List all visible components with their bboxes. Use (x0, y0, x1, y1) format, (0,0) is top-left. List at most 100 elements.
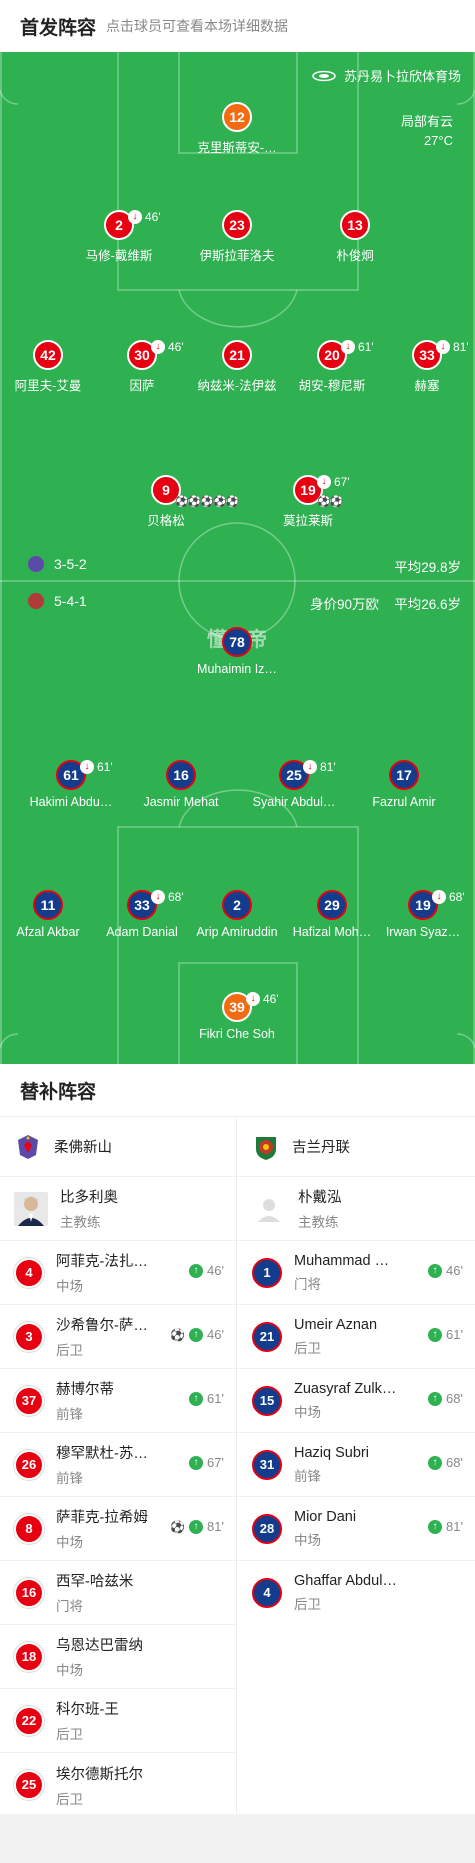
lineup-hint: 点击球员可查看本场详细数据 (106, 18, 289, 34)
sub-player-number: 1 (252, 1257, 282, 1288)
pitch-player[interactable]: 2 Arip Amiruddin (182, 890, 292, 939)
pitch-player[interactable]: 30 ↓ 46' 因萨 (87, 340, 197, 394)
sub-in-icon: ↑ (428, 1519, 443, 1534)
home-formation-info: 3-5-2 (28, 556, 87, 572)
player-number-badge: 11 (33, 890, 63, 920)
pitch-player[interactable]: 20 ↓ 61' 胡安-穆尼斯 (277, 340, 387, 394)
pitch-player[interactable]: 33 ↓ 68' Adam Danial (87, 890, 197, 939)
pitch-player[interactable]: 78 Muhaimin Iz… (182, 627, 292, 676)
sub-player-number: 28 (252, 1513, 282, 1544)
away-team-logo-icon (28, 593, 44, 609)
player-name: 莫拉莱斯 (282, 514, 333, 528)
home-formation: 3-5-2 (54, 556, 87, 572)
sub-out-indicator: ↓ 81' (303, 754, 336, 780)
sub-player-row[interactable]: 16 西罕-哈兹米 门将 (0, 1561, 236, 1625)
sub-in-icon: ↑ (189, 1391, 204, 1406)
sub-player-position: 前锋 (56, 1407, 83, 1422)
away-avg-age: 平均26.6岁 (394, 597, 461, 612)
away-market-value: 身价90万欧 (309, 597, 379, 612)
player-number-badge: 21 (222, 340, 252, 370)
pitch-player[interactable]: 23 伊斯拉菲洛夫 (182, 210, 292, 264)
sub-player-row[interactable]: 4 Ghaffar Abdul… 后卫 (238, 1561, 475, 1625)
player-number-badge: 12 (222, 102, 252, 132)
sub-player-name: Umeir Aznan (294, 1316, 378, 1333)
sub-in-icon: ↑ (428, 1391, 443, 1406)
sub-in-indicator: ↑ 46' (189, 1263, 224, 1278)
sub-player-name: 埃尔德斯托尔 (56, 1766, 143, 1783)
sub-player-row[interactable]: 37 赫博尔蒂 前锋 ↑ 61' (0, 1369, 236, 1433)
pitch-player[interactable]: 12 克里斯蒂安-… (182, 102, 292, 156)
pitch-player[interactable]: 2 ↓ 46' 马修-戴维斯 (64, 210, 174, 264)
sub-out-icon: ↓ (432, 890, 446, 904)
player-number-badge: 19 ↓ 68' (408, 890, 465, 920)
away-subs-column: 吉兰丹联 朴戴泓 主教练 1 Muhammad … 门将 ↑ 46' 21 Umei… (238, 1117, 475, 1625)
temperature-text: 27°C (423, 133, 453, 148)
sub-player-row[interactable]: 31 Haziq Subri 前锋 ↑ 68' (238, 1433, 475, 1497)
pitch-player[interactable]: 61 ↓ 61' Hakimi Abdu… (16, 760, 126, 809)
player-name: 纳兹米-法伊兹 (197, 379, 277, 393)
home-team-row[interactable]: 柔佛新山 (0, 1117, 236, 1177)
away-coach-row[interactable]: 朴戴泓 主教练 (238, 1177, 475, 1241)
pitch-player[interactable]: 25 ↓ 81' Syahir Abdul… (239, 760, 349, 809)
sub-player-row[interactable]: 18 乌恩达巴雷纳 中场 (0, 1625, 236, 1689)
sub-player-row[interactable]: 21 Umeir Aznan 后卫 ↑ 61' (238, 1305, 475, 1369)
pitch-player[interactable]: 16 Jasmir Mehat (126, 760, 236, 809)
player-name: 胡安-穆尼斯 (298, 379, 366, 393)
sub-player-number: 8 (14, 1513, 44, 1544)
sub-player-row[interactable]: 25 埃尔德斯托尔 后卫 (0, 1753, 236, 1817)
sub-player-name: 乌恩达巴雷纳 (56, 1638, 143, 1654)
goal-ball-icon: ⚽ (170, 1327, 186, 1342)
sub-player-row[interactable]: 3 沙希鲁尔-萨… 后卫 ⚽ ↑ 46' (0, 1305, 236, 1369)
sub-player-position: 前锋 (56, 1471, 83, 1486)
sub-player-row[interactable]: 4 阿菲克-法扎… 中场 ↑ 46' (0, 1241, 236, 1305)
sub-in-indicator: ⚽ ↑ 81' (170, 1519, 224, 1534)
sub-player-row[interactable]: 1 Muhammad … 门将 ↑ 46' (238, 1241, 475, 1305)
pitch: 苏丹易卜拉欣体育场 局部有云 27°C 懂球帝 3-5-2 平均29.8岁 5-… (0, 52, 475, 1064)
sub-player-row[interactable]: 15 Zuasyraf Zulk… 中场 ↑ 68' (238, 1369, 475, 1433)
goals-scored-icon: ⚽⚽⚽⚽⚽ (175, 496, 239, 508)
player-number-badge: 9 ⚽⚽⚽⚽⚽ (151, 475, 239, 508)
sub-out-indicator: ↓ 61' (80, 754, 113, 780)
pitch-player[interactable]: 19 ↓ 68' Irwan Syaz… (368, 890, 475, 939)
pitch-player[interactable]: 19 ↓ 67' ⚽⚽ 莫拉莱斯 (253, 475, 363, 529)
home-team-logo-icon (28, 556, 44, 572)
sub-player-row[interactable]: 22 科尔班-王 后卫 (0, 1689, 236, 1753)
sub-player-position: 门将 (294, 1276, 321, 1292)
home-coach-row[interactable]: 比多利奥 主教练 (0, 1177, 236, 1241)
pitch-player[interactable]: 13 朴俊炯 (300, 210, 410, 264)
sub-player-row[interactable]: 8 萨菲克-拉希姆 中场 ⚽ ↑ 81' (0, 1497, 236, 1561)
pitch-player[interactable]: 21 纳兹米-法伊兹 (182, 340, 292, 394)
sub-player-number: 25 (14, 1770, 44, 1800)
sub-player-number: 4 (14, 1257, 44, 1288)
sub-player-position: 后卫 (56, 1791, 83, 1807)
coach-avatar (14, 1191, 48, 1226)
sub-out-indicator: ↓ 68' (432, 884, 465, 910)
page-footer (0, 1814, 475, 1863)
sub-player-name: 赫博尔蒂 (56, 1382, 114, 1398)
player-name: Fikri Che Soh (199, 1027, 275, 1041)
pitch-player[interactable]: 39 ↓ 46' Fikri Che Soh (182, 992, 292, 1041)
player-name: 伊斯拉菲洛夫 (199, 249, 275, 263)
sub-player-number: 21 (252, 1321, 282, 1352)
coach-role: 主教练 (298, 1215, 339, 1230)
sub-in-icon: ↑ (189, 1263, 204, 1278)
sub-player-row[interactable]: 28 Mior Dani 中场 ↑ 81' (238, 1497, 475, 1561)
sub-out-icon: ↓ (80, 760, 94, 774)
pitch-player[interactable]: 9 ⚽⚽⚽⚽⚽ 贝格松 (111, 475, 239, 529)
player-number-badge: 23 (222, 210, 252, 240)
sub-player-name: Zuasyraf Zulk… (294, 1380, 397, 1397)
pitch-player[interactable]: 17 Fazrul Amir (349, 760, 459, 809)
sub-out-indicator: ↓ 61' (341, 334, 374, 360)
sub-in-icon: ↑ (189, 1455, 204, 1470)
home-team-name: 柔佛新山 (54, 1140, 112, 1156)
sub-player-number: 26 (14, 1449, 44, 1480)
pitch-player[interactable]: 33 ↓ 81' 赫塞 (372, 340, 475, 394)
player-name: Jasmir Mehat (143, 795, 219, 809)
sub-in-indicator: ↑ 68' (428, 1391, 463, 1406)
sub-in-indicator: ⚽ ↑ 46' (170, 1327, 224, 1342)
sub-player-row[interactable]: 26 穆罕默杜-苏… 前锋 ↑ 67' (0, 1433, 236, 1497)
lineup-title: 首发阵容 (20, 17, 97, 39)
player-name: 赫塞 (414, 379, 440, 393)
away-team-row[interactable]: 吉兰丹联 (238, 1117, 475, 1177)
sub-player-position: 前锋 (294, 1468, 321, 1484)
